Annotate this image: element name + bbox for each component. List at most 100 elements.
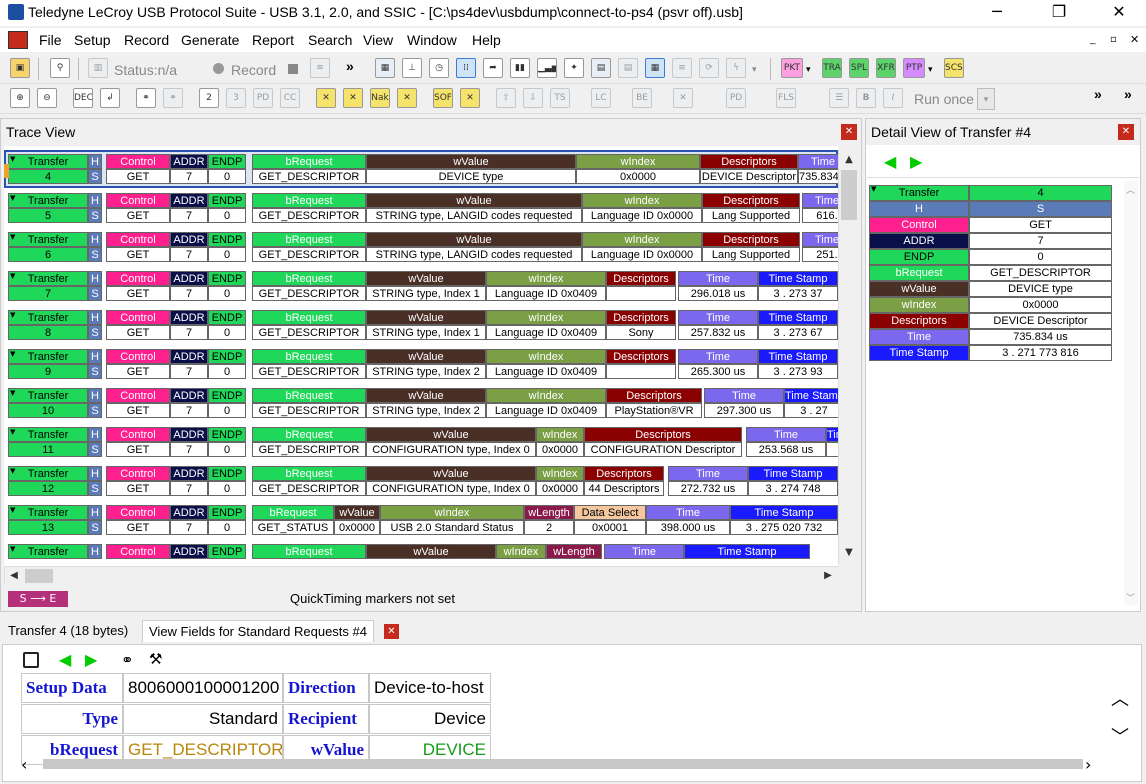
pkt-dropdown-icon[interactable]: ▾ — [806, 64, 811, 75]
trace-value-transfer[interactable]: 5 — [8, 208, 88, 223]
trace-value-endp[interactable]: 0 — [208, 364, 246, 379]
trace-view-content[interactable]: Transfer 4 H S Control GET ADDR 7 ENDP 0 bRequest G… — [4, 146, 838, 566]
binoculars-icon[interactable]: ⚭ — [121, 651, 134, 669]
trace-value-windex[interactable]: Language ID 0x0409 — [486, 286, 606, 301]
trace-value-addr[interactable]: 7 — [170, 247, 208, 262]
find-next-icon[interactable]: ⚭ — [163, 88, 183, 108]
trace-value-endp[interactable]: 0 — [208, 169, 246, 184]
trace-value-h[interactable]: S — [88, 208, 102, 223]
filter-x-icon[interactable]: ✕ — [673, 88, 693, 108]
marker-icon[interactable]: ⊥ — [402, 58, 422, 78]
trace-value-ts[interactable]: 3 . 275 020 732 — [730, 520, 838, 535]
wrap-icon[interactable]: ↲ — [100, 88, 120, 108]
trace-value-h[interactable]: S — [88, 286, 102, 301]
hide-pd-icon[interactable]: PD — [253, 88, 273, 108]
trace-value-h[interactable]: S — [88, 481, 102, 496]
scroll-down-icon[interactable]: ﹀ — [1111, 723, 1129, 749]
overflow-chevron-icon[interactable]: » — [1094, 86, 1102, 102]
trace-value-desc[interactable]: Sony — [606, 325, 676, 340]
collapse-arrow-icon[interactable]: ▼ — [10, 350, 15, 358]
trace-value-ts[interactable]: 3 . 27 — [784, 403, 838, 418]
hscroll-thumb[interactable] — [43, 759, 1083, 769]
trace-value-time[interactable]: 251. — [802, 247, 838, 262]
trace-vertical-scrollbar[interactable]: ▲ ▼ — [838, 150, 858, 564]
trace-value-control[interactable]: GET — [106, 364, 170, 379]
trace-value-ts[interactable]: 3 . 273 93 — [758, 364, 838, 379]
hide-3-icon[interactable]: 3 — [226, 88, 246, 108]
collapse-arrow-icon[interactable]: ▼ — [10, 272, 15, 280]
trace-value-addr[interactable]: 7 — [170, 325, 208, 340]
trace-value-ts[interactable]: 3 . 273 67 — [758, 325, 838, 340]
trace-value-wvalue[interactable]: 0x0000 — [334, 520, 380, 535]
trace-value-windex[interactable]: 0x0000 — [576, 169, 700, 184]
dec-icon[interactable]: DEC — [73, 88, 93, 108]
menu-report[interactable]: Report — [252, 32, 294, 48]
bold-icon[interactable]: B — [856, 88, 876, 108]
trace-value-windex[interactable]: Language ID 0x0409 — [486, 325, 606, 340]
trace-value-time[interactable]: 296.018 us — [678, 286, 758, 301]
trace-value-addr[interactable]: 7 — [170, 208, 208, 223]
collapse-arrow-icon[interactable]: ▼ — [10, 506, 15, 514]
trace-value-windex[interactable]: 0x0000 — [536, 442, 584, 457]
trace-horizontal-scrollbar[interactable]: ◀ ▶ — [4, 566, 838, 585]
dropdown-arrow-icon[interactable]: ▾ — [752, 64, 757, 75]
trace-value-breq[interactable]: GET_DESCRIPTOR — [252, 247, 366, 262]
menu-window[interactable]: Window — [407, 32, 457, 48]
hide-cc-icon[interactable]: CC — [280, 88, 300, 108]
run-once-label[interactable]: Run once — [914, 91, 974, 107]
trace-value-transfer[interactable]: 6 — [8, 247, 88, 262]
timing-icon[interactable]: ◷ — [429, 58, 449, 78]
previous-arrow-icon[interactable]: ◀ — [884, 152, 896, 171]
trace-value-time[interactable]: 398.000 us — [646, 520, 730, 535]
trace-value-addr[interactable]: 7 — [170, 286, 208, 301]
trace-value-windex[interactable]: Language ID 0x0409 — [486, 364, 606, 379]
trace-value-breq[interactable]: GET_DESCRIPTOR — [252, 442, 366, 457]
trace-value-desc[interactable]: Lang Supported — [702, 247, 800, 262]
trace-value-control[interactable]: GET — [106, 208, 170, 223]
menu-generate[interactable]: Generate — [181, 32, 239, 48]
trace-value-transfer[interactable]: 7 — [8, 286, 88, 301]
trace-value-breq[interactable]: GET_DESCRIPTOR — [252, 481, 366, 496]
binoculars-icon[interactable]: ⚭ — [136, 88, 156, 108]
hammer-icon[interactable]: ⚒ — [149, 650, 162, 668]
spl-level-button[interactable]: SPL — [849, 58, 869, 78]
detail-view-close-icon[interactable]: ✕ — [1118, 124, 1134, 140]
goto-icon[interactable]: ➦ — [483, 58, 503, 78]
start-end-marker[interactable]: S ⟶ E — [8, 591, 68, 607]
trace-value-transfer[interactable]: 9 — [8, 364, 88, 379]
trace-value-wvalue[interactable]: CONFIGURATION type, Index 0 — [366, 442, 536, 457]
collapse-arrow-icon[interactable]: ▼ — [10, 467, 15, 475]
filter-ts-icon[interactable]: TS — [550, 88, 570, 108]
trace-value-windex[interactable]: Language ID 0x0000 — [582, 208, 702, 223]
previous-arrow-icon[interactable]: ◀ — [59, 650, 71, 669]
ptp-dropdown-icon[interactable]: ▾ — [928, 64, 933, 75]
trace-value-h[interactable]: S — [88, 364, 102, 379]
tab-close-icon[interactable]: ✕ — [384, 624, 399, 639]
overflow-chevron-icon[interactable]: » — [346, 58, 354, 74]
trace-value-h[interactable]: S — [88, 325, 102, 340]
maximize-button[interactable]: ❐ — [1036, 0, 1082, 26]
trace-value-windex[interactable]: Language ID 0x0409 — [486, 403, 606, 418]
scroll-thumb[interactable] — [841, 170, 857, 220]
scroll-left-icon[interactable]: ‹ — [21, 755, 27, 774]
next-arrow-icon[interactable]: ▶ — [910, 152, 922, 171]
trace-value-addr[interactable]: 7 — [170, 403, 208, 418]
trace-value-transfer[interactable]: 10 — [8, 403, 88, 418]
overflow-chevron-icon[interactable]: » — [1124, 86, 1132, 102]
xfr-level-button[interactable]: XFR — [876, 58, 896, 78]
trace-value-breq[interactable]: GET_DESCRIPTOR — [252, 364, 366, 379]
trace-value-addr[interactable]: 7 — [170, 169, 208, 184]
trace-value-desc[interactable] — [606, 364, 676, 379]
collapse-arrow-icon[interactable]: ▼ — [10, 311, 15, 319]
collapse-arrow-icon[interactable]: ▼ — [10, 194, 15, 202]
list-view-icon[interactable]: ≡ — [672, 58, 692, 78]
grid-view-icon[interactable]: ▦ — [645, 58, 665, 78]
hide-sof-icon[interactable]: ✕ — [460, 88, 480, 108]
refresh-icon[interactable]: ⟳ — [699, 58, 719, 78]
trace-value-breq[interactable]: GET_DESCRIPTOR — [252, 208, 366, 223]
scroll-up-icon[interactable]: ︿ — [1111, 685, 1129, 711]
trace-value-endp[interactable]: 0 — [208, 208, 246, 223]
trace-value-time[interactable]: 297.300 us — [704, 403, 784, 418]
trace-value-transfer[interactable]: 12 — [8, 481, 88, 496]
trace-value-time[interactable]: 272.732 us — [668, 481, 748, 496]
